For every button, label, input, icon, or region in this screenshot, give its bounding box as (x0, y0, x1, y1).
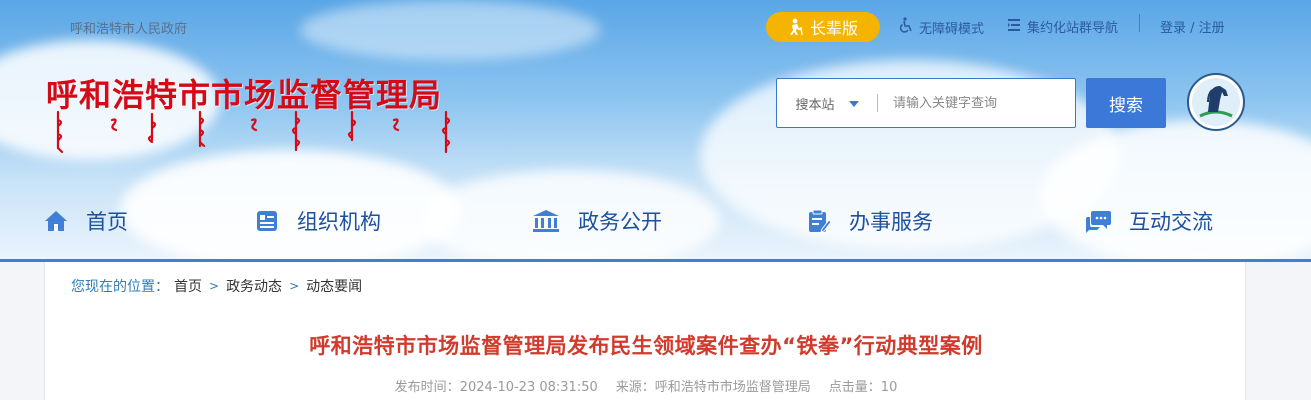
source-label: 来源： (615, 380, 655, 395)
breadcrumb-home[interactable]: 首页 (174, 276, 202, 296)
gov-home-link[interactable]: 呼和浩特市人民政府 (70, 18, 187, 37)
views-value: 10 (880, 380, 898, 395)
chat-icon (1085, 209, 1111, 233)
search-scope-label: 搜本站 (795, 97, 835, 113)
publish-time-value: 2024-10-23 08:31:50 (459, 380, 598, 395)
source: 来源：呼和浩特市市场监督管理局 (616, 376, 811, 395)
wheelchair-icon (898, 17, 914, 37)
service-form-icon (807, 209, 831, 233)
site-group-nav-label: 集约化站群导航 (1027, 21, 1119, 36)
site-group-nav-link[interactable]: 集约化站群导航 (1008, 17, 1118, 36)
home-icon (44, 210, 68, 232)
nav-gov-affairs[interactable]: 政务公开 (532, 206, 662, 236)
breadcrumb: 您现在的位置： 首页 > 政务动态 > 动态要闻 (71, 276, 362, 296)
article-content: 您现在的位置： 首页 > 政务动态 > 动态要闻 呼和浩特市市场监督管理局发布民… (44, 262, 1246, 400)
nav-organization[interactable]: 组织机构 (255, 206, 381, 236)
nav-label: 首页 (86, 210, 128, 234)
views-label: 点击量： (828, 380, 881, 395)
accessibility-link[interactable]: 无障碍模式 (898, 17, 984, 37)
publish-time: 发布时间：2024-10-23 08:31:50 (395, 376, 598, 395)
senior-mode-button[interactable]: 长辈版 (766, 12, 880, 42)
mongolian-script-logo (56, 110, 451, 154)
publish-time-label: 发布时间： (394, 380, 460, 395)
org-icon (255, 209, 279, 233)
nav-label: 组织机构 (297, 210, 381, 234)
senior-mode-label: 长辈版 (809, 19, 858, 38)
caret-down-icon (848, 96, 859, 111)
cloud-decoration (300, 0, 600, 60)
gov-building-icon (532, 209, 560, 233)
menu-list-icon (1008, 18, 1022, 36)
breadcrumb-prefix: 您现在的位置： (71, 279, 169, 295)
accessibility-label: 无障碍模式 (919, 21, 985, 37)
horse-emblem-logo[interactable] (1186, 72, 1246, 132)
article-title: 呼和浩特市市场监督管理局发布民生领域案件查办“铁拳”行动典型案例 (309, 334, 983, 358)
cloud-decoration (120, 150, 460, 260)
nav-home[interactable]: 首页 (44, 206, 128, 236)
search-button[interactable]: 搜索 (1086, 78, 1166, 128)
view-count: 点击量：10 (829, 376, 898, 395)
nav-label: 互动交流 (1129, 210, 1213, 234)
nav-interaction[interactable]: 互动交流 (1085, 206, 1213, 236)
nav-label: 政务公开 (578, 210, 662, 234)
nav-label: 办事服务 (849, 210, 933, 234)
elder-person-icon (788, 18, 804, 36)
search-scope-select[interactable]: 搜本站 (777, 94, 877, 113)
article-meta: 发布时间：2024-10-23 08:31:50 来源：呼和浩特市市场监督管理局… (45, 376, 1247, 395)
search-bar: 搜本站 (776, 78, 1076, 128)
breadcrumb-gov-news[interactable]: 政务动态 (226, 276, 282, 296)
search-input[interactable] (878, 95, 1068, 111)
login-register-link[interactable]: 登录 / 注册 (1160, 17, 1225, 36)
nav-services[interactable]: 办事服务 (807, 206, 933, 236)
header-banner: 呼和浩特市人民政府 长辈版 无障碍模式 集约化站群导航 登录 / 注册 呼和浩特… (0, 0, 1311, 260)
divider (1139, 14, 1140, 32)
breadcrumb-headlines[interactable]: 动态要闻 (306, 276, 362, 296)
breadcrumb-separator: > (209, 279, 220, 293)
breadcrumb-separator: > (289, 279, 300, 293)
source-value: 呼和浩特市市场监督管理局 (654, 380, 811, 395)
